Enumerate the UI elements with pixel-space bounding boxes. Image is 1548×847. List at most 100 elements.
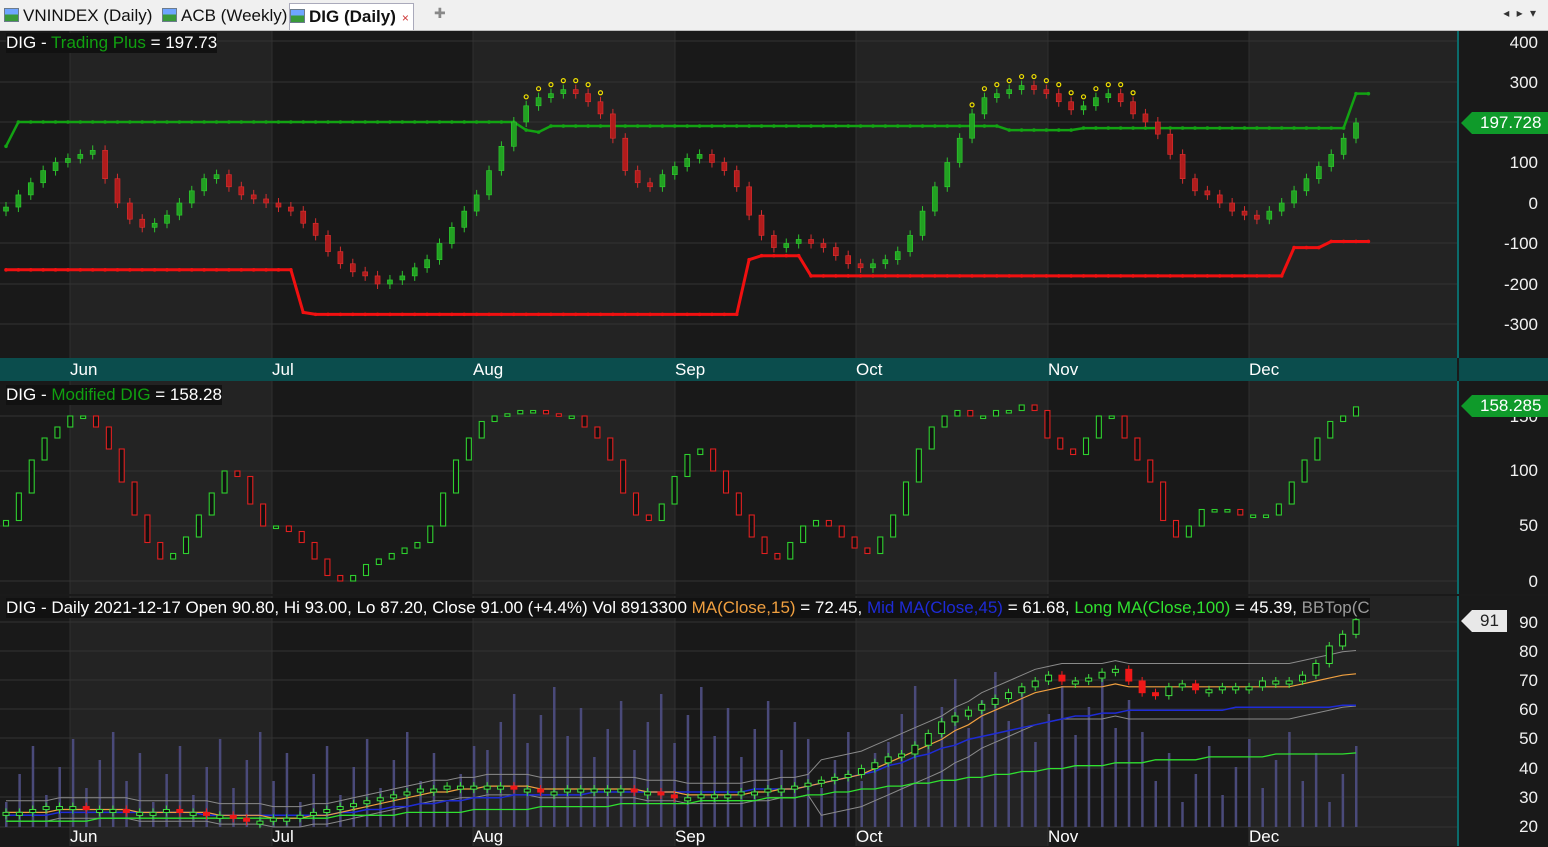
upper-signal-dot [710,124,714,128]
month-band [473,381,675,594]
volume-bar [98,760,102,827]
candle [300,210,307,224]
volume-bar [125,781,128,827]
tab-nav-arrows-icon[interactable]: ◂ ▸ ▾ [1503,6,1538,20]
lower-signal-dot [1044,274,1049,278]
candle [443,785,451,790]
candle [182,536,190,555]
candle [1095,415,1102,439]
candle [1111,668,1119,673]
lower-signal-dot [1081,274,1086,278]
volume-bar [566,736,569,827]
lower-signal-dot [1069,274,1073,278]
month-label: Jul [272,827,294,846]
candle [1301,459,1308,483]
pane-trading-plus[interactable]: DIG - Trading Plus = 197.73 400 300 100 … [0,31,1548,358]
candle [131,481,138,516]
candle [263,198,269,204]
lower-signal-dot [796,253,801,258]
lower-signal-dot [536,312,541,317]
upper-signal-dot [189,120,194,124]
upper-signal-dot [1267,126,1272,130]
chart-icon [162,8,177,22]
upper-signal-dot [202,120,206,124]
tab-vnindex[interactable]: VNINDEX (Daily) [4,3,152,29]
candle [1254,214,1260,220]
candle [1055,93,1062,103]
candle [29,808,37,813]
candle [1218,686,1226,691]
lower-signal-dot [41,268,45,272]
candle [838,525,845,538]
candle [898,753,906,758]
upper-signal-dot [437,120,442,124]
upper-signal-dot [41,120,45,124]
upper-signal-dot [1118,126,1123,130]
candle [783,243,790,248]
upper-signal-dot [1007,128,1012,132]
candle [902,481,910,516]
volume-bar [1194,774,1198,827]
candle [1043,89,1050,94]
candle [721,162,728,171]
lower-signal-dot [1143,274,1148,278]
candle [938,721,946,735]
upper-signal-dot [1019,128,1024,132]
upper-signal-dot [772,124,776,128]
volume-bar [579,708,583,827]
upper-signal-dot [759,124,764,128]
candle [764,788,772,793]
candle [647,182,653,188]
month-band [856,381,1048,594]
upper-signal-dot [78,120,83,124]
upper-signal-dot [388,120,392,124]
candle [510,785,518,790]
month-label: Jul [272,360,294,379]
y-axis-divider [1457,31,1459,358]
candle [771,235,777,248]
new-tab-icon[interactable]: ✚ [434,5,446,22]
upper-signal-dot [895,124,900,128]
candle [994,93,1000,99]
lower-signal-dot [499,312,504,317]
candle [149,811,157,816]
lower-signal-dot [16,268,21,272]
close-tab-icon[interactable]: × [402,11,409,25]
lower-signal-dot [425,312,429,317]
candle [710,448,717,472]
tab-label: VNINDEX (Daily) [23,6,153,25]
pane-price[interactable]: DIG - Daily 2021-12-17 Open 90.80, Hi 93… [0,596,1548,846]
upper-signal-dot [1292,126,1296,130]
candle [296,814,304,819]
candle [399,275,406,281]
y-axis-divider [1457,381,1459,594]
lower-signal-dot [784,253,789,258]
lower-signal-dot [239,268,244,272]
volume-bar [1234,767,1238,827]
candle [390,794,398,799]
candle [208,492,215,516]
lower-signal-dot [462,312,467,317]
lower-signal-dot [165,268,169,272]
upper-signal-dot [1217,126,1222,130]
candle [722,470,730,494]
tab-acb[interactable]: ACB (Weekly) [162,3,287,29]
tab-dig[interactable]: DIG (Daily) × [289,3,414,30]
upper-signal-dot [908,124,912,128]
upper-signal-dot [1044,128,1049,132]
volume-bar [646,722,650,827]
lower-signal-dot [437,312,442,317]
candle [890,514,897,538]
candle [92,415,100,428]
month-label: Sep [675,827,706,846]
pane-modified-dig[interactable]: DIG - Modified DIG = 158.28 150 100 50 0… [0,381,1548,594]
candle [1205,689,1213,694]
candle [1204,190,1211,196]
candle [1192,178,1198,192]
upper-signal-dot [140,120,145,124]
upper-signal-dot [945,124,950,128]
upper-signal-dot [375,120,380,124]
candle [1272,680,1280,685]
candle [542,409,550,415]
volume-bar [833,760,837,827]
